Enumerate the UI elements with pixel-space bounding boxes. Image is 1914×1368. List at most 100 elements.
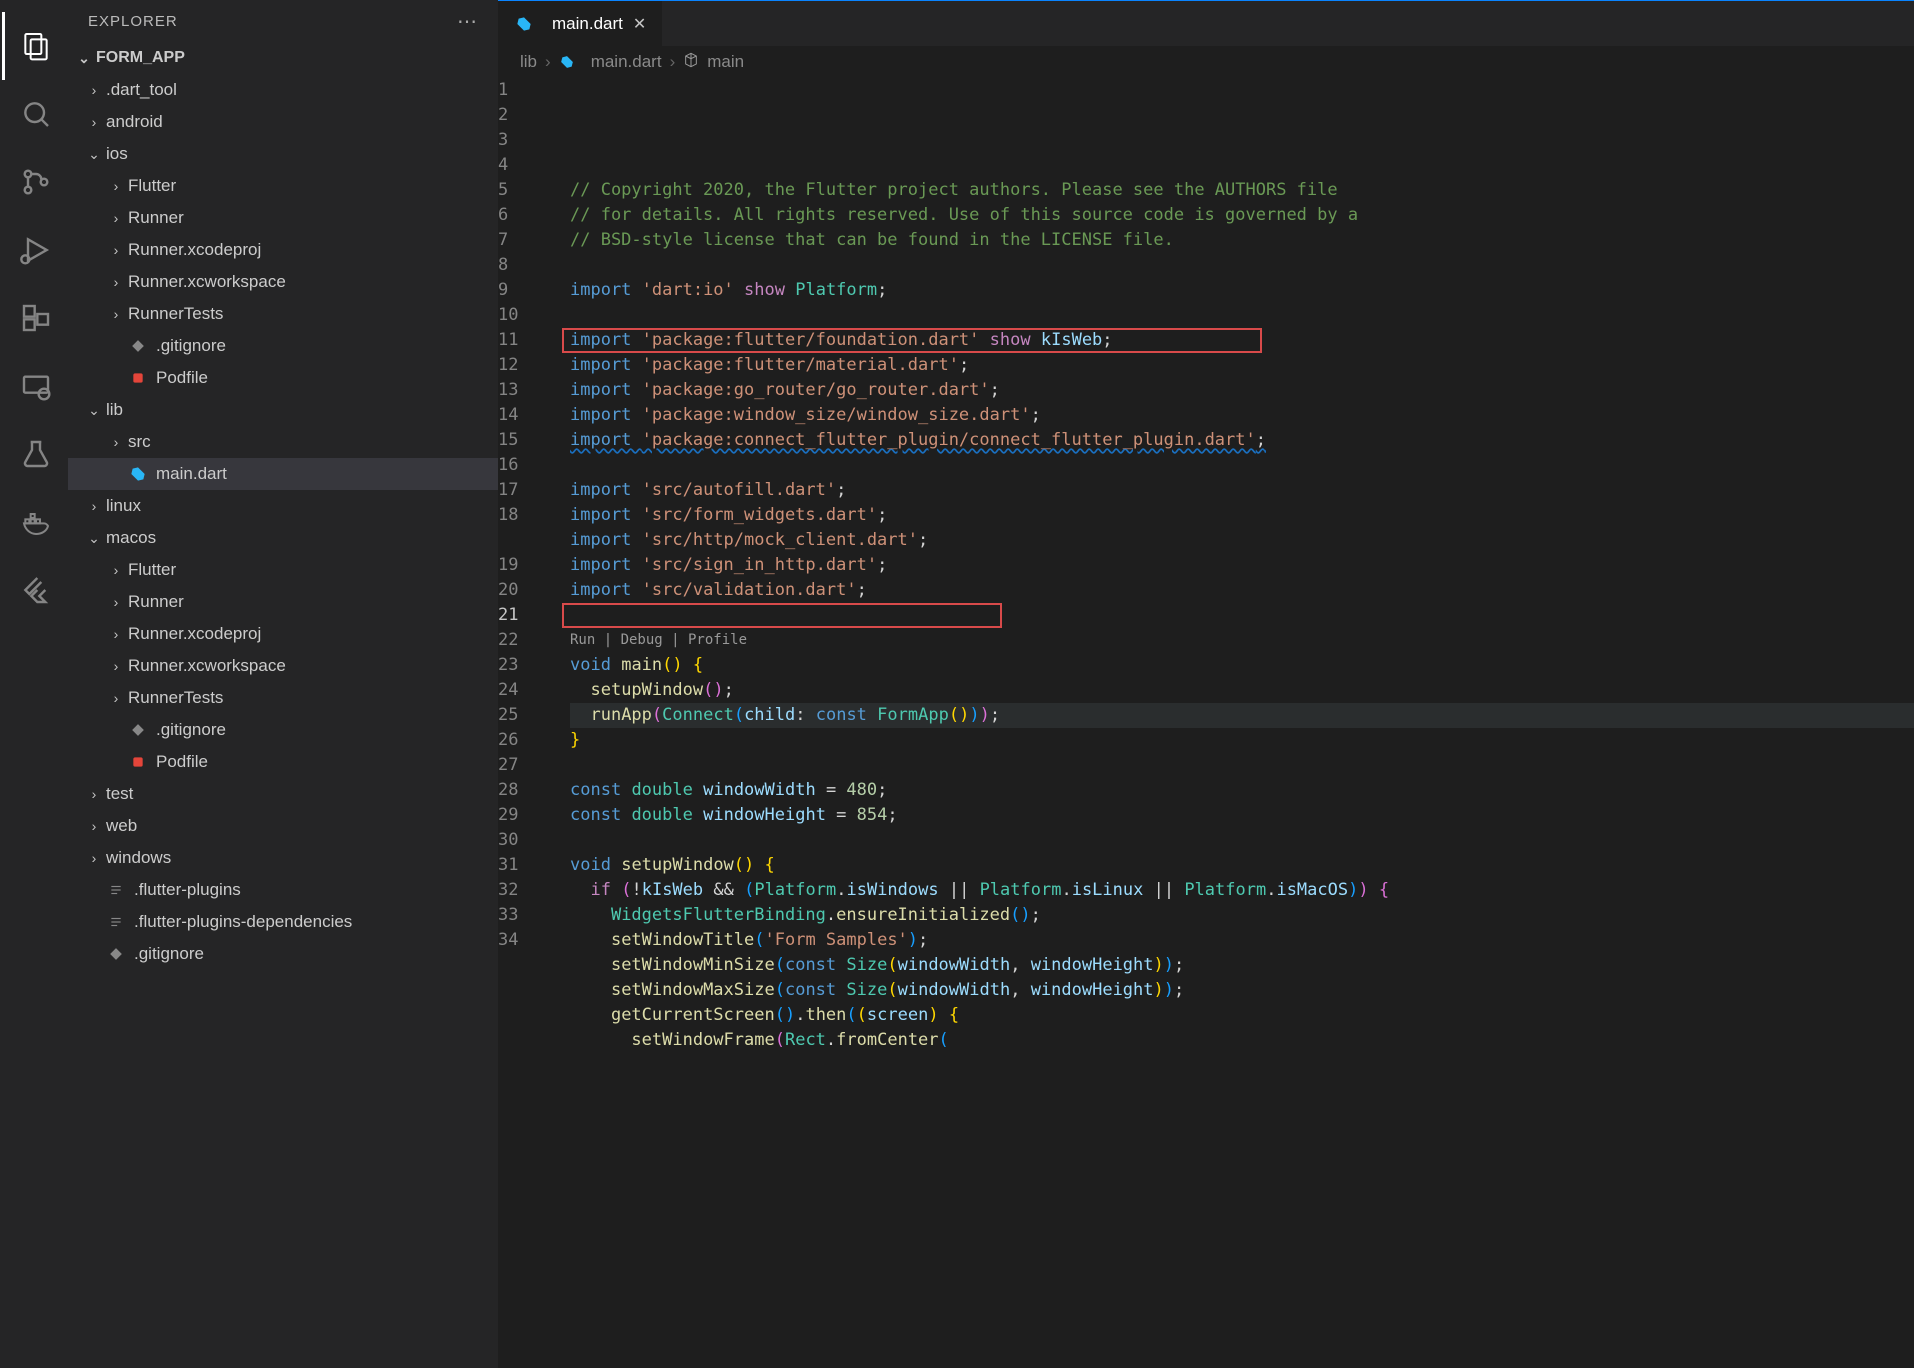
- tree-item-label: .gitignore: [134, 944, 204, 964]
- chevron-right-icon: ›: [108, 306, 124, 322]
- tree-item-runner-xcworkspace[interactable]: ›Runner.xcworkspace: [68, 266, 498, 298]
- chevron-right-icon: ›: [86, 850, 102, 866]
- explorer-more-icon[interactable]: ⋯: [457, 9, 478, 34]
- tree-item--gitignore[interactable]: .gitignore: [68, 938, 498, 970]
- code-line[interactable]: [570, 453, 1914, 478]
- activity-bar: [0, 0, 68, 1368]
- code-line[interactable]: setWindowFrame(Rect.fromCenter(: [570, 1028, 1914, 1053]
- codelens[interactable]: Run | Debug | Profile: [570, 628, 1914, 653]
- code-line[interactable]: // Copyright 2020, the Flutter project a…: [570, 178, 1914, 203]
- tree-item-runner[interactable]: ›Runner: [68, 586, 498, 618]
- line-number: 26: [498, 728, 542, 753]
- tree-item-test[interactable]: ›test: [68, 778, 498, 810]
- dart-icon: [559, 54, 575, 70]
- tab-main-dart[interactable]: main.dart ✕: [498, 1, 663, 46]
- tree-item-ios[interactable]: ⌄ios: [68, 138, 498, 170]
- tree-item-label: ios: [106, 144, 128, 164]
- code-line[interactable]: // BSD-style license that can be found i…: [570, 228, 1914, 253]
- breadcrumb-symbol[interactable]: main: [707, 52, 744, 72]
- tree-item-flutter[interactable]: ›Flutter: [68, 170, 498, 202]
- line-number: 16: [498, 453, 542, 478]
- code-line[interactable]: import 'src/autofill.dart';: [570, 478, 1914, 503]
- tree-item-android[interactable]: ›android: [68, 106, 498, 138]
- chevron-right-icon: ›: [545, 52, 551, 72]
- code-line[interactable]: if (!kIsWeb && (Platform.isWindows || Pl…: [570, 878, 1914, 903]
- tree-item-runner-xcodeproj[interactable]: ›Runner.xcodeproj: [68, 234, 498, 266]
- code-line[interactable]: [570, 753, 1914, 778]
- code-line[interactable]: WidgetsFlutterBinding.ensureInitialized(…: [570, 903, 1914, 928]
- tree-item-label: macos: [106, 528, 156, 548]
- tree-item-linux[interactable]: ›linux: [68, 490, 498, 522]
- tree-item-label: RunnerTests: [128, 304, 223, 324]
- code-line[interactable]: [570, 253, 1914, 278]
- code-line[interactable]: setupWindow();: [570, 678, 1914, 703]
- project-header[interactable]: ⌄ FORM_APP: [68, 42, 498, 74]
- code-line[interactable]: import 'src/http/mock_client.dart';: [570, 528, 1914, 553]
- tree-item-lib[interactable]: ⌄lib: [68, 394, 498, 426]
- activity-testing-icon[interactable]: [2, 420, 70, 488]
- code-line[interactable]: }: [570, 728, 1914, 753]
- activity-remote-icon[interactable]: [2, 352, 70, 420]
- code-line[interactable]: [570, 603, 1914, 628]
- chevron-right-icon: ›: [108, 562, 124, 578]
- code-line[interactable]: import 'src/form_widgets.dart';: [570, 503, 1914, 528]
- code-line[interactable]: const double windowHeight = 854;: [570, 803, 1914, 828]
- tree-item-web[interactable]: ›web: [68, 810, 498, 842]
- code-line[interactable]: import 'package:window_size/window_size.…: [570, 403, 1914, 428]
- code-line[interactable]: void setupWindow() {: [570, 853, 1914, 878]
- tree-item-podfile[interactable]: Podfile: [68, 746, 498, 778]
- tree-item--gitignore[interactable]: .gitignore: [68, 330, 498, 362]
- code-line[interactable]: // for details. All rights reserved. Use…: [570, 203, 1914, 228]
- tree-item--dart-tool[interactable]: ›.dart_tool: [68, 74, 498, 106]
- code-line[interactable]: import 'package:flutter/material.dart';: [570, 353, 1914, 378]
- tree-item-macos[interactable]: ⌄macos: [68, 522, 498, 554]
- tree-item-podfile[interactable]: Podfile: [68, 362, 498, 394]
- activity-search-icon[interactable]: [2, 80, 70, 148]
- activity-explorer-icon[interactable]: [2, 12, 70, 80]
- code-line[interactable]: runApp(Connect(child: const FormApp()));: [570, 703, 1914, 728]
- code-content[interactable]: // Copyright 2020, the Flutter project a…: [562, 78, 1914, 1368]
- tree-item-runnertests[interactable]: ›RunnerTests: [68, 682, 498, 714]
- tree-item--gitignore[interactable]: .gitignore: [68, 714, 498, 746]
- tree-item--flutter-plugins-dependencies[interactable]: .flutter-plugins-dependencies: [68, 906, 498, 938]
- line-gutter: 1234567891011121314151617181920212223242…: [498, 78, 562, 1368]
- tree-item-windows[interactable]: ›windows: [68, 842, 498, 874]
- activity-flutter-icon[interactable]: [2, 556, 70, 624]
- tree-item-runner[interactable]: ›Runner: [68, 202, 498, 234]
- breadcrumb-file[interactable]: main.dart: [591, 52, 662, 72]
- code-line[interactable]: void main() {: [570, 653, 1914, 678]
- tree-item-runner-xcodeproj[interactable]: ›Runner.xcodeproj: [68, 618, 498, 650]
- code-line[interactable]: getCurrentScreen().then((screen) {: [570, 1003, 1914, 1028]
- code-line[interactable]: import 'dart:io' show Platform;: [570, 278, 1914, 303]
- code-line[interactable]: import 'package:go_router/go_router.dart…: [570, 378, 1914, 403]
- code-line[interactable]: import 'src/validation.dart';: [570, 578, 1914, 603]
- tree-item-runner-xcworkspace[interactable]: ›Runner.xcworkspace: [68, 650, 498, 682]
- breadcrumb-folder[interactable]: lib: [520, 52, 537, 72]
- code-line[interactable]: setWindowMinSize(const Size(windowWidth,…: [570, 953, 1914, 978]
- activity-scm-icon[interactable]: [2, 148, 70, 216]
- code-line[interactable]: const double windowWidth = 480;: [570, 778, 1914, 803]
- breadcrumbs[interactable]: lib › main.dart › main: [498, 46, 1914, 78]
- tree-item-runnertests[interactable]: ›RunnerTests: [68, 298, 498, 330]
- close-icon[interactable]: ✕: [633, 14, 646, 34]
- code-editor[interactable]: 1234567891011121314151617181920212223242…: [498, 78, 1914, 1368]
- tree-item-src[interactable]: ›src: [68, 426, 498, 458]
- git-icon: [106, 944, 126, 964]
- activity-debug-icon[interactable]: [2, 216, 70, 284]
- editor-area: main.dart ✕ lib › main.dart › main 12345…: [498, 0, 1914, 1368]
- project-name: FORM_APP: [96, 49, 185, 67]
- code-line[interactable]: setWindowMaxSize(const Size(windowWidth,…: [570, 978, 1914, 1003]
- code-line[interactable]: import 'package:connect_flutter_plugin/c…: [570, 428, 1914, 453]
- tree-item-flutter[interactable]: ›Flutter: [68, 554, 498, 586]
- tree-item-main-dart[interactable]: main.dart: [68, 458, 498, 490]
- tree-item--flutter-plugins[interactable]: .flutter-plugins: [68, 874, 498, 906]
- line-number: 24: [498, 678, 542, 703]
- code-line[interactable]: [570, 303, 1914, 328]
- activity-extensions-icon[interactable]: [2, 284, 70, 352]
- code-line[interactable]: [570, 828, 1914, 853]
- code-line[interactable]: setWindowTitle('Form Samples');: [570, 928, 1914, 953]
- code-line[interactable]: import 'src/sign_in_http.dart';: [570, 553, 1914, 578]
- code-line[interactable]: import 'package:flutter/foundation.dart'…: [570, 328, 1914, 353]
- tree-item-label: Podfile: [156, 368, 208, 388]
- activity-docker-icon[interactable]: [2, 488, 70, 556]
